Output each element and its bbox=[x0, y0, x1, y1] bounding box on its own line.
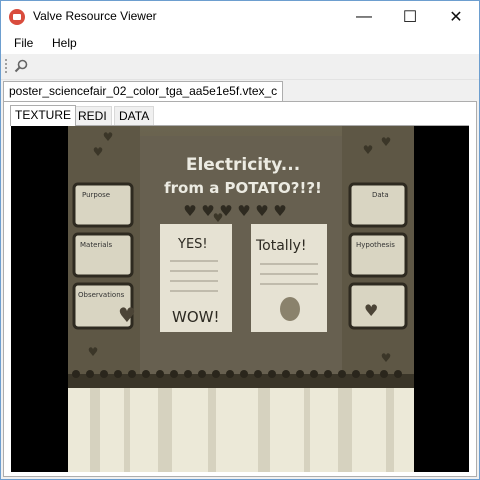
card-purpose: Purpose bbox=[82, 191, 110, 199]
search-icon[interactable] bbox=[14, 59, 28, 73]
card-data: Data bbox=[372, 191, 389, 199]
minimize-button[interactable]: — bbox=[341, 1, 387, 32]
svg-text:♥: ♥ bbox=[213, 211, 224, 225]
svg-text:♥: ♥ bbox=[237, 202, 250, 220]
document-tab[interactable]: poster_sciencefair_02_color_tga_aa5e1e5f… bbox=[3, 81, 284, 101]
toolbar bbox=[1, 54, 479, 80]
svg-text:♥: ♥ bbox=[363, 143, 374, 157]
menu-file[interactable]: File bbox=[14, 36, 33, 50]
svg-text:♥: ♥ bbox=[255, 202, 268, 220]
texture-headline-1: Electricity... bbox=[186, 155, 300, 175]
note-wow: WOW! bbox=[172, 308, 219, 326]
menu-help[interactable]: Help bbox=[52, 36, 77, 50]
maximize-button[interactable]: ☐ bbox=[387, 1, 433, 32]
svg-text:♥: ♥ bbox=[364, 301, 378, 320]
texture-headline-2: from a POTATO?!?! bbox=[164, 179, 322, 197]
svg-text:♥: ♥ bbox=[93, 145, 104, 159]
card-observations: Observations bbox=[78, 291, 125, 299]
document-tabs: poster_sciencefair_02_color_tga_aa5e1e5f… bbox=[1, 80, 479, 101]
svg-text:♥: ♥ bbox=[118, 303, 136, 327]
texture-viewer[interactable]: Electricity... from a POTATO?!?! ♥ ♥ ♥ ♥ ♥ ♥… bbox=[11, 125, 469, 472]
svg-text:♥: ♥ bbox=[88, 345, 99, 359]
note-yes: YES! bbox=[177, 237, 208, 252]
tab-data[interactable]: DATA bbox=[114, 106, 155, 125]
title-bar[interactable]: Valve Resource Viewer — ☐ ✕ bbox=[1, 1, 479, 32]
svg-text:♥: ♥ bbox=[381, 351, 392, 365]
svg-text:♥: ♥ bbox=[273, 202, 286, 220]
close-button[interactable]: ✕ bbox=[433, 1, 479, 32]
texture-image: Electricity... from a POTATO?!?! ♥ ♥ ♥ ♥ ♥ ♥… bbox=[68, 126, 414, 472]
toolbar-grip[interactable] bbox=[5, 59, 9, 73]
app-window: Valve Resource Viewer — ☐ ✕ File Help po… bbox=[0, 0, 480, 480]
svg-text:♥: ♥ bbox=[103, 130, 114, 144]
svg-text:♥: ♥ bbox=[183, 202, 196, 220]
document-panel: TEXTURE REDI DATA Electricity... from a … bbox=[3, 101, 477, 477]
card-hypothesis: Hypothesis bbox=[356, 241, 395, 249]
tab-texture[interactable]: TEXTURE bbox=[10, 105, 77, 126]
svg-text:♥: ♥ bbox=[381, 135, 392, 149]
card-materials: Materials bbox=[80, 241, 112, 249]
window-title: Valve Resource Viewer bbox=[33, 9, 157, 23]
note-totally: Totally! bbox=[255, 238, 306, 254]
menu-bar: File Help bbox=[1, 32, 479, 54]
tab-redi[interactable]: REDI bbox=[73, 106, 112, 125]
app-icon bbox=[9, 9, 25, 25]
